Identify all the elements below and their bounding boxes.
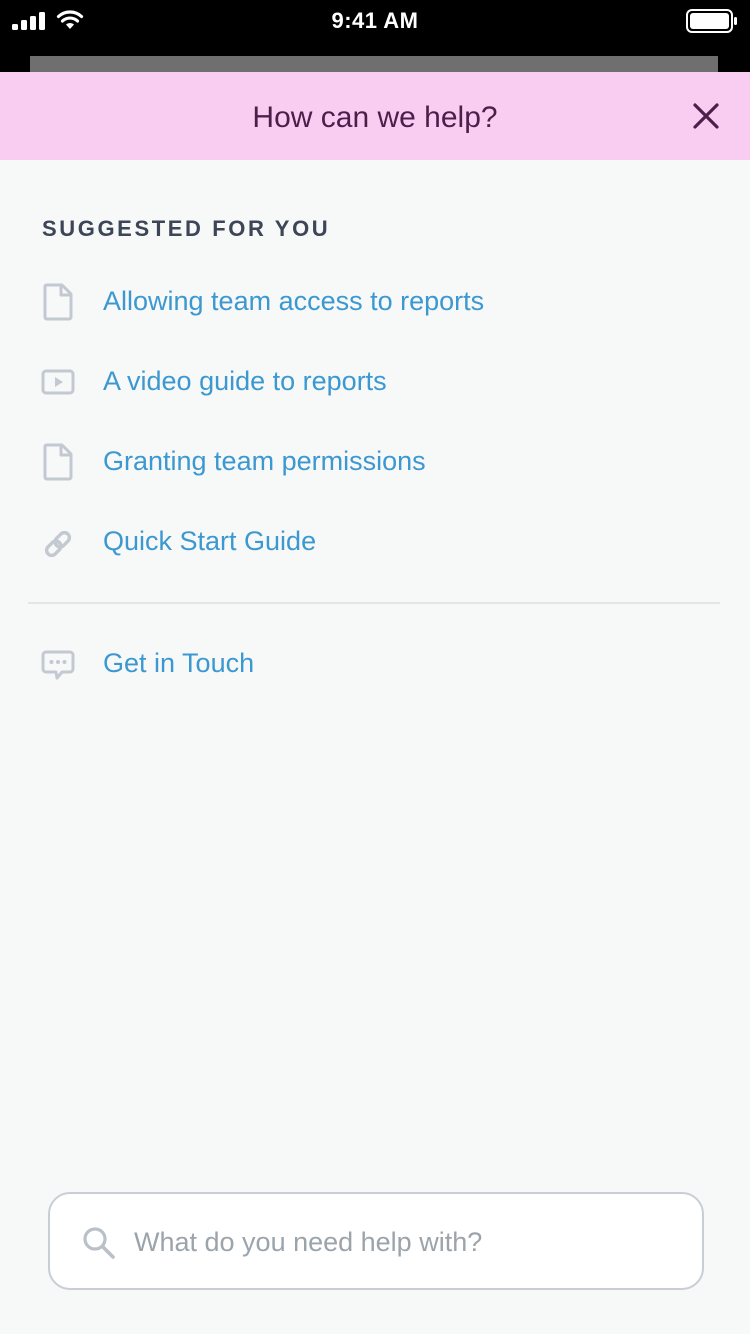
suggestion-item-quick-start[interactable]: Quick Start Guide [0, 502, 750, 582]
document-icon [43, 443, 73, 481]
get-in-touch-label: Get in Touch [103, 648, 255, 678]
search-input[interactable] [134, 1216, 674, 1268]
suggestion-item-team-access[interactable]: Allowing team access to reports [0, 262, 750, 342]
link-icon [44, 530, 72, 558]
search-box[interactable] [48, 1192, 704, 1290]
status-time: 9:41 AM [331, 8, 419, 33]
get-in-touch-link[interactable]: Get in Touch [0, 624, 750, 704]
chat-bubble-icon [41, 650, 75, 680]
document-icon [43, 283, 73, 321]
suggestion-label: Granting team permissions [103, 446, 426, 476]
page-title: How can we help? [252, 101, 498, 134]
background-sheet-edge [30, 56, 718, 72]
close-icon [693, 103, 719, 129]
suggestion-item-permissions[interactable]: Granting team permissions [0, 422, 750, 502]
close-button[interactable] [688, 98, 724, 134]
video-icon [41, 369, 75, 395]
status-bar: 9:41 AM [0, 0, 750, 72]
suggestion-item-video-guide[interactable]: A video guide to reports [0, 342, 750, 422]
suggestion-label: Allowing team access to reports [103, 286, 485, 316]
help-header: How can we help? [0, 72, 750, 160]
section-heading: SUGGESTED FOR YOU [42, 216, 331, 241]
search-icon [83, 1227, 115, 1259]
suggestion-list: Allowing team access to reports A video … [0, 262, 750, 582]
battery-icon [686, 9, 737, 33]
suggestion-label: A video guide to reports [103, 366, 387, 396]
help-screen: 9:41 AM How can we help? SUGGESTED FOR Y… [0, 0, 750, 1334]
divider [28, 602, 720, 604]
suggestion-label: Quick Start Guide [103, 526, 317, 556]
